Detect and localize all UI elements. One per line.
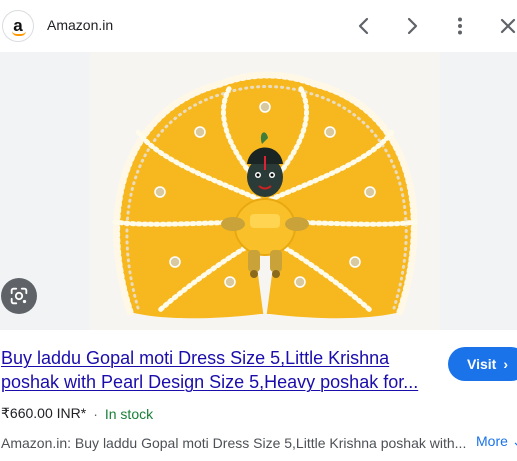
price: ₹660.00 INR* [1,405,87,421]
site-name[interactable]: Amazon.in [47,17,113,33]
amazon-logo-icon: a [2,10,34,42]
top-bar: a Amazon.in [0,0,517,52]
image-area [0,52,517,330]
more-link[interactable]: More ⌄ [476,433,517,450]
chevron-right-icon: › [503,356,508,372]
stock-status: In stock [104,405,154,422]
chevron-down-icon: ⌄ [512,433,517,449]
price-stock-row: ₹660.00 INR* · In stock [1,405,153,422]
product-image[interactable] [90,52,440,330]
close-icon[interactable] [496,14,517,38]
google-lens-icon[interactable] [1,278,37,314]
result-title-link[interactable]: Buy laddu Gopal moti Dress Size 5,Little… [1,346,421,394]
result-description: Amazon.in: Buy laddu Gopal moti Dress Si… [1,435,467,451]
more-vert-icon[interactable] [448,14,472,38]
separator-dot: · [93,405,98,422]
back-arrow-icon[interactable] [352,14,376,38]
visit-button[interactable]: Visit › [448,347,517,381]
visit-button-label: Visit [467,356,497,372]
more-link-label: More [476,433,508,449]
forward-arrow-icon[interactable] [400,14,424,38]
